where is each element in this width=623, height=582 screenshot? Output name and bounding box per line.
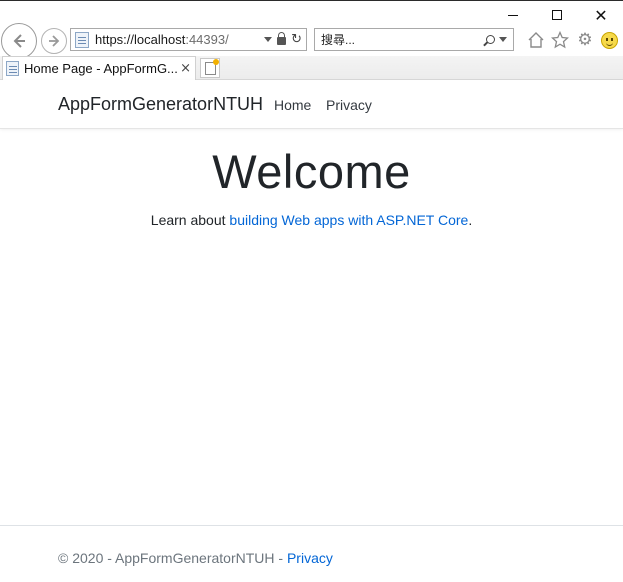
address-bar[interactable]: https://localhost:44393/ ↻ <box>70 28 307 51</box>
search-dropdown-icon[interactable] <box>499 37 507 42</box>
dropdown-icon[interactable] <box>264 37 273 42</box>
home-icon[interactable] <box>526 30 546 50</box>
gear-icon[interactable]: ⚙ <box>575 30 595 50</box>
url-port: :44393/ <box>185 32 229 47</box>
browser-navigation-bar: https://localhost:44393/ ↻ 搜尋... ⚙ <box>0 22 623 59</box>
new-tab-icon <box>204 58 219 75</box>
tab-page-icon <box>6 61 19 76</box>
search-box[interactable]: 搜尋... <box>314 28 514 51</box>
search-input[interactable]: 搜尋... <box>321 31 355 48</box>
site-navbar: AppFormGeneratorNTUH Home Privacy <box>0 80 623 129</box>
brand-link[interactable]: AppFormGeneratorNTUH <box>58 94 263 115</box>
smiley-icon[interactable] <box>599 30 619 50</box>
star-icon[interactable] <box>550 30 570 50</box>
footer-copyright: © 2020 - AppFormGeneratorNTUH - <box>58 550 287 566</box>
forward-icon <box>49 35 60 47</box>
intro-suffix: . <box>468 212 473 228</box>
maximize-icon <box>552 10 562 20</box>
forward-button[interactable] <box>41 28 67 54</box>
refresh-icon[interactable]: ↻ <box>291 32 302 47</box>
nav-link-home[interactable]: Home <box>274 97 311 113</box>
tab-title: Home Page - AppFormG... <box>24 61 178 76</box>
nav-link-privacy[interactable]: Privacy <box>326 97 372 113</box>
intro-prefix: Learn about <box>150 212 230 228</box>
new-tab-button[interactable] <box>200 58 220 78</box>
back-icon <box>13 34 25 48</box>
intro-text: Learn about building Web apps with ASP.N… <box>0 212 623 228</box>
minimize-icon <box>508 14 518 16</box>
tab-close-icon[interactable]: × <box>180 61 191 76</box>
page-title: Welcome <box>212 145 411 198</box>
url-host: https://localhost <box>95 32 186 47</box>
page-icon <box>75 31 89 48</box>
tab-strip: Home Page - AppFormG... × <box>0 56 623 80</box>
back-button[interactable] <box>1 23 37 59</box>
footer-text: © 2020 - AppFormGeneratorNTUH - Privacy <box>58 550 333 566</box>
site-footer: © 2020 - AppFormGeneratorNTUH - Privacy <box>0 525 623 582</box>
aspnet-docs-link[interactable]: building Web apps with ASP.NET Core <box>229 212 468 228</box>
search-icon[interactable] <box>486 35 495 44</box>
lock-icon[interactable] <box>277 32 287 45</box>
tab-home-page[interactable]: Home Page - AppFormG... × <box>2 56 196 80</box>
footer-privacy-link[interactable]: Privacy <box>287 550 333 566</box>
